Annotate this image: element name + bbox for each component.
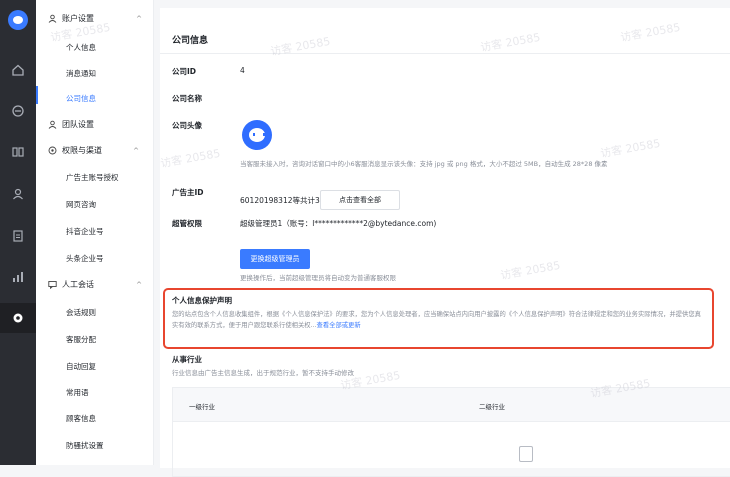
sidebar-group-label: 团队设置 [62, 120, 94, 129]
table-header: 一级行业 二级行业 [173, 388, 730, 422]
industry-table: 一级行业 二级行业 [172, 387, 730, 477]
sidebar-item-web-consult[interactable]: 网页咨询 [66, 199, 96, 210]
column-primary-industry: 一级行业 [189, 403, 215, 411]
sidebar-item-anti-harass[interactable]: 防骚扰设置 [66, 440, 104, 451]
page-title: 公司信息 [172, 36, 209, 46]
company-avatar-label: 公司头像 [172, 121, 202, 130]
view-all-button[interactable]: 点击查看全部 [320, 190, 400, 210]
advertiser-id-value: 60120198312等共计3个 [240, 196, 328, 205]
sidebar-item-assign[interactable]: 客服分配 [66, 334, 96, 345]
sidebar-group-chat[interactable]: 人工会话 ^ [48, 279, 142, 290]
column-secondary-industry: 二级行业 [479, 403, 505, 411]
shield-icon [48, 146, 57, 155]
user-group-icon [48, 14, 57, 23]
privacy-text: 您的站点包含个人信息收集组件，根据《个人信息保护法》的要求，您为个人信息处理者，… [172, 311, 701, 329]
settings-icon[interactable] [0, 303, 36, 333]
team-icon [48, 120, 57, 129]
settings-sidebar: 账户设置 ^ 个人信息 消息通知 公司信息 团队设置 权限与渠道 ^ 广告主账号… [36, 0, 154, 465]
company-avatar[interactable] [242, 120, 272, 150]
home-icon[interactable] [8, 60, 28, 80]
document-icon[interactable] [8, 226, 28, 246]
sidebar-item-customer-info[interactable]: 顾客信息 [66, 413, 96, 424]
avatar-hint: 当客服未接入时，咨询对话窗口中的小6客服消息显示该头像：支持 jpg 或 png… [240, 160, 608, 168]
sidebar-item-toutiao[interactable]: 头条企业号 [66, 253, 104, 264]
sidebar-item-auto-reply[interactable]: 自动回复 [66, 361, 96, 372]
privacy-notice: 您的站点包含个人信息收集组件，根据《个人信息保护法》的要求，您为个人信息处理者，… [172, 309, 707, 331]
chart-icon[interactable] [8, 267, 28, 287]
sidebar-group-label: 权限与渠道 [62, 146, 102, 155]
super-admin-label: 超管权限 [172, 219, 202, 228]
user-icon[interactable] [8, 184, 28, 204]
company-name-label: 公司名称 [172, 94, 202, 103]
sidebar-group-label: 人工会话 [62, 280, 94, 289]
chat-bubble-icon [48, 280, 57, 290]
sidebar-group-team[interactable]: 团队设置 [48, 119, 94, 130]
main-content: 公司信息 公司ID 4 公司名称 公司头像 当客服未接入时，咨询对话窗口中的小6… [154, 0, 730, 477]
sidebar-item-ad-auth[interactable]: 广告主账号授权 [66, 172, 119, 183]
change-admin-button[interactable]: 更换超级管理员 [240, 249, 310, 269]
app-rail [0, 0, 36, 465]
app-logo[interactable] [8, 10, 28, 30]
privacy-title: 个人信息保护声明 [172, 296, 232, 305]
active-indicator [36, 86, 38, 104]
chevron-up-icon: ^ [136, 14, 142, 23]
company-id-label: 公司ID [172, 67, 197, 76]
sidebar-item-notifications[interactable]: 消息通知 [66, 68, 96, 79]
chevron-up-icon: ^ [133, 146, 139, 155]
sidebar-item-company-info[interactable]: 公司信息 [66, 93, 96, 104]
change-admin-hint: 更换操作后，当前超级管理员将自动变为普通客服权限 [240, 274, 396, 282]
chevron-up-icon: ^ [136, 280, 142, 289]
industry-hint: 行业信息由广告主信息生成，出于规范行业，暂不支持手动修改 [172, 369, 354, 377]
chat-icon[interactable] [8, 101, 28, 121]
empty-state-icon [519, 446, 533, 462]
industry-title: 从事行业 [172, 355, 202, 364]
sidebar-item-phrases[interactable]: 常用语 [66, 387, 89, 398]
sidebar-group-permissions[interactable]: 权限与渠道 ^ [48, 145, 139, 156]
advertiser-id-label: 广告主ID [172, 188, 204, 197]
super-admin-value: 超级管理员1（账号：l*************2@bytedance.com) [240, 219, 437, 228]
sidebar-item-personal-info[interactable]: 个人信息 [66, 42, 96, 53]
sidebar-item-douyin[interactable]: 抖音企业号 [66, 226, 104, 237]
company-info-card: 公司信息 公司ID 4 公司名称 公司头像 当客服未接入时，咨询对话窗口中的小6… [160, 8, 730, 477]
data-icon[interactable] [8, 142, 28, 162]
company-id-value: 4 [240, 66, 245, 75]
privacy-update-link[interactable]: 查看全部或更新 [317, 322, 361, 329]
sidebar-item-rules[interactable]: 会话规则 [66, 307, 96, 318]
